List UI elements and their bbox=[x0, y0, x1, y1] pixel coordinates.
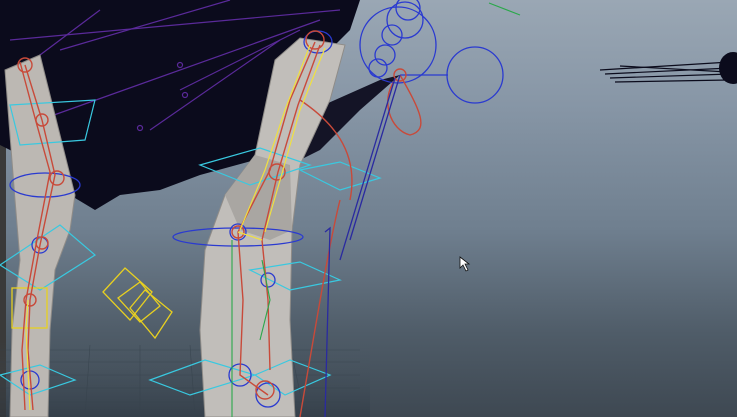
arrow-cursor-icon bbox=[459, 256, 471, 272]
ground-grid bbox=[0, 340, 370, 417]
distant-object bbox=[599, 61, 731, 83]
distant-head-shape bbox=[719, 52, 737, 84]
scene-canvas[interactable] bbox=[0, 0, 737, 417]
3d-viewport[interactable] bbox=[0, 0, 737, 417]
